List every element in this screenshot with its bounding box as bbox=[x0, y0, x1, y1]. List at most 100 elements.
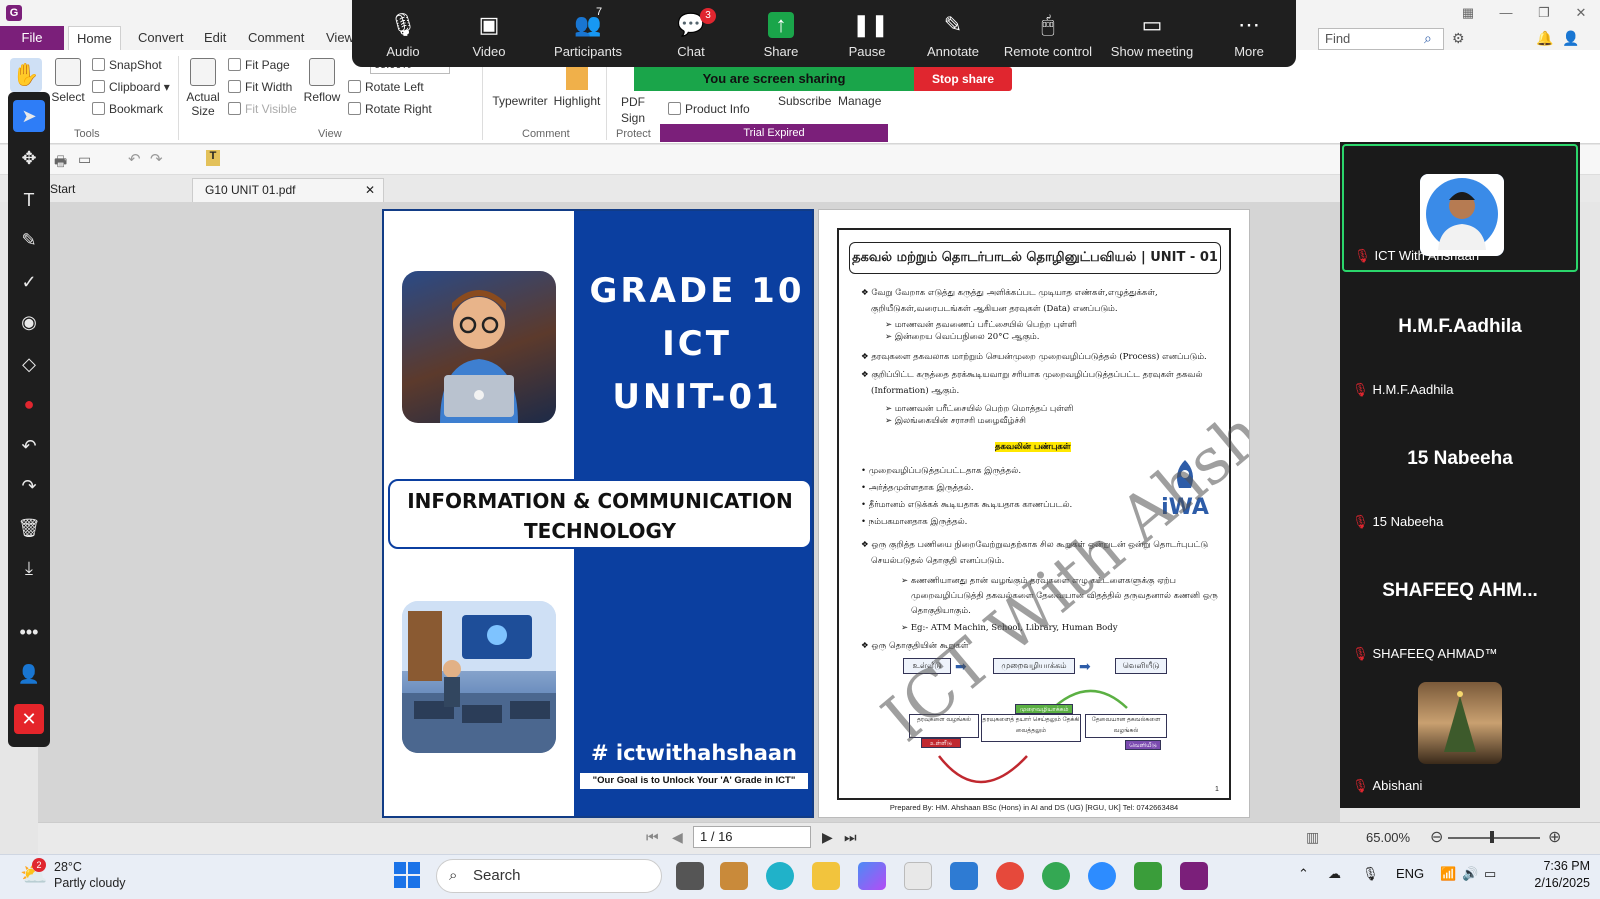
tab-file[interactable]: File bbox=[0, 26, 64, 50]
microphone-icon[interactable]: 🎙 bbox=[1362, 866, 1379, 882]
bookmark-button[interactable]: Bookmark bbox=[92, 102, 163, 116]
stop-share-button[interactable]: Stop share bbox=[914, 67, 1012, 91]
zoom-in-icon[interactable]: ⊕ bbox=[1548, 827, 1561, 847]
two-page-view-icon[interactable]: ▥ bbox=[1306, 829, 1319, 846]
annotator-name-icon[interactable]: 👤 bbox=[8, 656, 50, 692]
previous-page-icon[interactable]: ◀ bbox=[672, 829, 683, 846]
chat-button[interactable]: 💬 3 Chat bbox=[648, 0, 734, 67]
select-tool-button[interactable]: Select bbox=[50, 58, 86, 104]
more-button[interactable]: ⋯ More bbox=[1206, 0, 1292, 67]
fit-page-button[interactable]: Fit Page bbox=[228, 58, 290, 72]
page-number-input[interactable]: 1 / 16 bbox=[693, 826, 811, 848]
actual-size-button[interactable]: Actual Size bbox=[184, 58, 222, 118]
fit-visible-button[interactable]: Fit Visible bbox=[228, 102, 297, 116]
snapshot-button[interactable]: SnapShot bbox=[92, 58, 162, 72]
manage-button[interactable]: Manage bbox=[838, 94, 881, 108]
search-icon[interactable]: ⌕ bbox=[1424, 30, 1432, 47]
checkmark-icon[interactable]: ✓ bbox=[8, 264, 50, 300]
chrome-icon[interactable] bbox=[996, 862, 1024, 890]
text-tool-icon[interactable]: T bbox=[8, 182, 50, 218]
typewriter-button[interactable]: Typewriter bbox=[490, 94, 550, 108]
close-annotation-icon[interactable]: ✕ bbox=[14, 704, 44, 734]
volume-icon[interactable]: 🔊 bbox=[1462, 866, 1478, 882]
eraser-icon[interactable]: ◇ bbox=[8, 346, 50, 382]
close-window-icon[interactable]: ✕ bbox=[1572, 4, 1590, 22]
tab-convert[interactable]: Convert bbox=[130, 26, 192, 50]
battery-icon[interactable]: ▭ bbox=[1484, 866, 1496, 882]
typewriter-icon[interactable]: T bbox=[206, 150, 220, 166]
zoom-level[interactable]: 65.00% bbox=[1366, 830, 1410, 845]
weather-widget[interactable]: ⛅ 2 28°C Partly cloudy bbox=[18, 858, 158, 894]
next-page-icon[interactable]: ▶ bbox=[822, 829, 833, 846]
minimize-icon[interactable]: — bbox=[1497, 4, 1515, 22]
app-icon[interactable] bbox=[1134, 862, 1162, 890]
annotate-button[interactable]: ✎ Annotate bbox=[910, 0, 996, 67]
network-icon[interactable]: ☁ bbox=[1328, 866, 1341, 882]
chrome-profile-icon[interactable] bbox=[1042, 862, 1070, 890]
remote-control-button[interactable]: 🖱 Remote control bbox=[996, 0, 1100, 67]
settings-icon[interactable]: ⚙ bbox=[1452, 30, 1465, 47]
store-icon[interactable] bbox=[904, 862, 932, 890]
wifi-icon[interactable]: 📶 bbox=[1440, 866, 1456, 882]
undo-icon[interactable]: ↶ bbox=[128, 150, 141, 168]
zoom-out-icon[interactable]: ⊖ bbox=[1430, 827, 1443, 847]
rotate-left-button[interactable]: Rotate Left bbox=[348, 80, 424, 94]
app-icon[interactable] bbox=[720, 862, 748, 890]
system-clock[interactable]: 7:36 PM 2/16/2025 bbox=[1510, 858, 1590, 892]
more-icon[interactable]: ••• bbox=[8, 614, 50, 650]
rotate-right-button[interactable]: Rotate Right bbox=[348, 102, 432, 116]
participant-tile[interactable]: 15 Nabeeha 🎙 15 Nabeeha bbox=[1342, 408, 1578, 536]
participant-tile[interactable]: 🎙 ICT With Ahshaan bbox=[1342, 144, 1578, 272]
bell-icon[interactable]: 🔔 bbox=[1536, 30, 1553, 47]
canva-icon[interactable] bbox=[766, 862, 794, 890]
participant-tile[interactable]: 🎙 Abishani bbox=[1342, 672, 1578, 800]
layout-icon[interactable]: ▦ bbox=[1459, 4, 1477, 22]
reflow-button[interactable]: Reflow bbox=[302, 58, 342, 104]
move-icon[interactable]: ✥ bbox=[8, 140, 50, 176]
restore-icon[interactable]: ❐ bbox=[1535, 4, 1553, 22]
color-picker-icon[interactable]: ● bbox=[8, 386, 50, 422]
start-button[interactable] bbox=[394, 862, 420, 888]
copilot-icon[interactable] bbox=[858, 862, 886, 890]
subscribe-button[interactable]: Subscribe bbox=[778, 94, 831, 108]
share-button[interactable]: ↑ Share bbox=[738, 0, 824, 67]
participant-tile[interactable]: SHAFEEQ AHM... 🎙 SHAFEEQ AHMAD™ bbox=[1342, 540, 1578, 668]
pdf-app-icon[interactable] bbox=[1180, 862, 1208, 890]
trash-icon[interactable]: 🗑 bbox=[8, 510, 50, 546]
language-indicator[interactable]: ENG bbox=[1396, 866, 1424, 881]
product-info-button[interactable]: Product Info bbox=[668, 102, 750, 116]
video-button[interactable]: ▣ Video bbox=[446, 0, 532, 67]
fit-width-button[interactable]: Fit Width bbox=[228, 80, 292, 94]
account-icon[interactable]: 👤 bbox=[1562, 30, 1579, 47]
tab-home[interactable]: Home bbox=[68, 26, 121, 50]
undo-icon[interactable]: ↶ bbox=[8, 428, 50, 464]
tab-document[interactable]: G10 UNIT 01.pdf ✕ bbox=[192, 178, 384, 202]
highlight-button[interactable]: Highlight bbox=[552, 94, 602, 108]
file-explorer-icon[interactable] bbox=[812, 862, 840, 890]
save-icon[interactable]: ▭ bbox=[78, 151, 91, 168]
print-icon[interactable]: 🖶 bbox=[54, 151, 67, 175]
zoom-slider[interactable] bbox=[1448, 837, 1540, 839]
audio-button[interactable]: 🎙 Audio bbox=[360, 0, 446, 67]
participants-button[interactable]: 👥 7 Participants bbox=[538, 0, 638, 67]
participant-tile[interactable]: H.M.F.Aadhila 🎙 H.M.F.Aadhila bbox=[1342, 276, 1578, 404]
spotlight-icon[interactable]: ◉ bbox=[8, 304, 50, 340]
pencil-icon[interactable]: ✎ bbox=[8, 222, 50, 258]
tab-edit[interactable]: Edit bbox=[196, 26, 234, 50]
task-view-icon[interactable] bbox=[676, 862, 704, 890]
clipboard-button[interactable]: Clipboard ▾ bbox=[92, 80, 170, 94]
download-icon[interactable]: ⤓ bbox=[8, 550, 50, 586]
last-page-icon[interactable]: ⏭ bbox=[844, 829, 857, 846]
pdf-sign-button[interactable]: PDF Sign bbox=[614, 94, 652, 126]
zoom-slider-handle[interactable] bbox=[1490, 831, 1494, 843]
redo-icon[interactable]: ↷ bbox=[150, 150, 163, 168]
vscode-icon[interactable] bbox=[950, 862, 978, 890]
zoom-app-icon[interactable] bbox=[1088, 862, 1116, 890]
taskbar-search[interactable]: ⌕ Search bbox=[436, 859, 662, 893]
close-tab-icon[interactable]: ✕ bbox=[365, 179, 375, 201]
hand-tool-icon[interactable]: ✋ bbox=[10, 58, 42, 92]
first-page-icon[interactable]: ⏮ bbox=[646, 829, 659, 846]
show-meeting-button[interactable]: ▭ Show meeting bbox=[1100, 0, 1204, 67]
chevron-up-icon[interactable]: ⌃ bbox=[1298, 866, 1309, 882]
redo-icon[interactable]: ↷ bbox=[8, 468, 50, 504]
